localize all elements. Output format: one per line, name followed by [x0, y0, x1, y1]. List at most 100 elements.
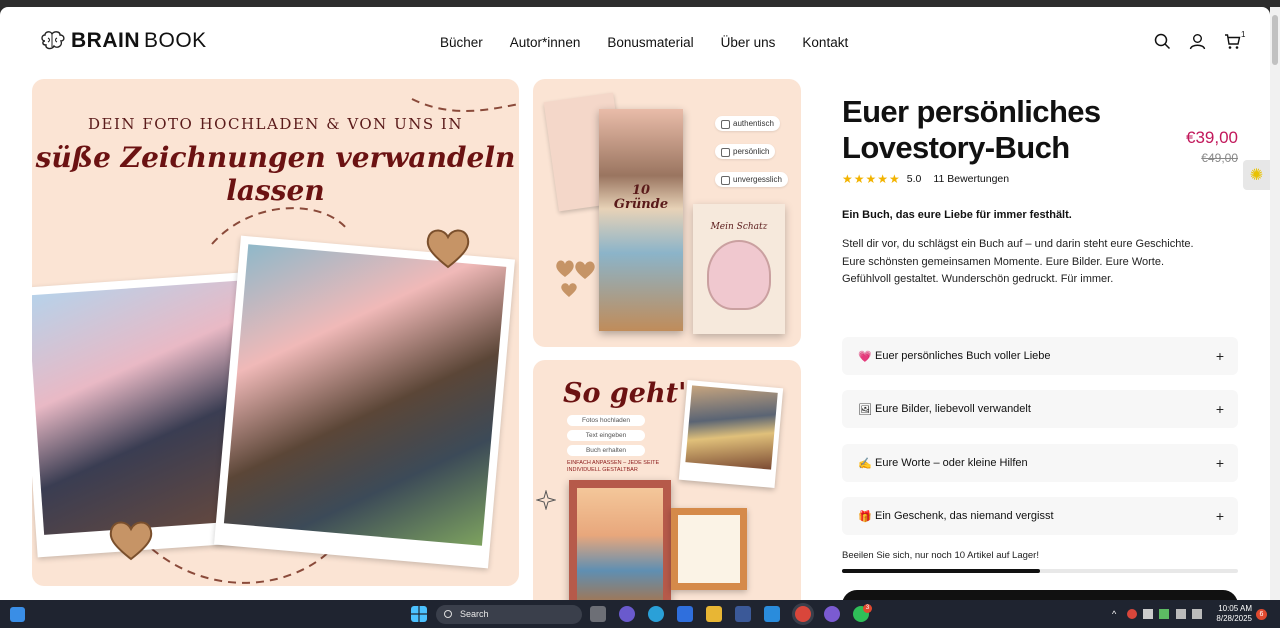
brainbook-logo[interactable]: BRAIN BOOK: [39, 29, 207, 53]
writing-hand-icon: ✍: [858, 457, 872, 470]
widgets-icon[interactable]: [10, 607, 25, 622]
plus-icon: +: [1215, 455, 1224, 471]
volume-icon[interactable]: [1192, 609, 1202, 619]
review-count: 11 Bewertungen: [933, 173, 1010, 185]
chevron-up-icon[interactable]: ^: [1112, 609, 1122, 619]
plus-icon: +: [1215, 401, 1224, 417]
stock-progress-fill: [842, 569, 1040, 573]
browser-frame-top: [0, 0, 1280, 7]
tag-authentisch: authentisch: [715, 116, 780, 131]
gallery-main-image[interactable]: DEIN FOTO HOCHLADEN & VON UNS IN süße Ze…: [32, 79, 519, 586]
plus-icon: +: [1215, 508, 1224, 524]
book-cover-number: 10: [631, 183, 651, 198]
search-icon[interactable]: [1154, 33, 1171, 50]
small-note: EINFACH ANPASSEN – JEDE SEITE INDIVIDUEL…: [567, 460, 660, 473]
gallery-thumb-how-it-works[interactable]: So geht's Fotos hochladen Text eingeben …: [533, 360, 801, 600]
tray-app-icon[interactable]: [1159, 609, 1169, 619]
network-icon[interactable]: [1176, 609, 1186, 619]
scrollbar-thumb[interactable]: [1272, 15, 1278, 65]
nav-item-autorinnen[interactable]: Autor*innen: [510, 35, 581, 50]
book-page-title: Mein Schatz: [710, 222, 768, 232]
cart-icon[interactable]: [1224, 33, 1241, 50]
stock-warning: Beeilen Sie sich, nur noch 10 Artikel au…: [842, 550, 1039, 561]
gallery-headline-script: süße Zeichnungen verwandeln lassen: [35, 141, 516, 207]
taskbar-clock[interactable]: 10:05 AM 8/28/2025: [1208, 604, 1252, 624]
book-cover: 10 Gründe: [599, 109, 683, 331]
gallery-headline-top: DEIN FOTO HOCHLADEN & VON UNS IN: [88, 115, 463, 133]
app-icon[interactable]: [735, 606, 751, 622]
product-lead: Ein Buch, das eure Liebe für immer festh…: [842, 209, 1072, 221]
book-cover-title: Gründe: [613, 197, 669, 212]
product-title: Euer persönliches Lovestory-Buch: [842, 94, 1101, 165]
file-explorer-icon[interactable]: [706, 606, 722, 622]
tag-persoenlich: persönlich: [715, 144, 776, 159]
small-hearts-decoration: [556, 260, 595, 297]
notification-badge[interactable]: 6: [1256, 609, 1267, 620]
logo-text-thin: BOOK: [144, 29, 207, 52]
framed-text: [671, 508, 747, 590]
page-scrollbar[interactable]: [1270, 7, 1280, 600]
clock-time: 10:05 AM: [1218, 604, 1252, 613]
product-price: €39,00: [1186, 128, 1238, 147]
tray-app-icon[interactable]: [1127, 609, 1137, 619]
cart-count-badge: 1: [1241, 30, 1246, 39]
nav-item-ueber-uns[interactable]: Über uns: [721, 35, 776, 50]
nav-item-bonusmaterial[interactable]: Bonusmaterial: [607, 35, 693, 50]
accordion-label: Eure Bilder, liebevoll verwandelt: [875, 403, 1031, 415]
account-icon[interactable]: [1189, 33, 1206, 50]
chrome-profile-icon[interactable]: [824, 606, 840, 622]
accordion-words[interactable]: ✍ Eure Worte – oder kleine Hilfen +: [842, 444, 1238, 482]
brain-icon: [41, 31, 65, 50]
taskbar-search-placeholder: Search: [460, 609, 489, 619]
logo-text-bold: BRAIN: [71, 29, 140, 52]
nav-item-kontakt[interactable]: Kontakt: [802, 35, 848, 50]
rewards-widget-icon[interactable]: ✺: [1243, 160, 1270, 190]
site-header: BRAIN BOOK Bücher Autor*innen Bonusmateri…: [0, 7, 1270, 79]
search-icon: [444, 610, 452, 618]
gift-icon: 🎁: [858, 510, 872, 523]
tray-app-icon[interactable]: [1143, 609, 1153, 619]
rating-stars-icon: ★★★★★: [842, 172, 901, 186]
description-line: Gefühlvoll gestaltet. Wunderschön gedruc…: [842, 273, 1114, 285]
rating-value: 5.0: [906, 173, 922, 185]
windows-start-icon[interactable]: [411, 606, 427, 622]
task-view-icon[interactable]: [590, 606, 606, 622]
taskbar-search-box[interactable]: Search: [436, 605, 582, 624]
sparkle-icon: [536, 490, 556, 510]
add-to-cart-button[interactable]: [842, 590, 1238, 600]
vscode-icon[interactable]: [764, 606, 780, 622]
step-text: Text eingeben: [567, 430, 645, 441]
windows-taskbar: Search 3 ^ 10:05 AM 8/28/2025 6: [0, 600, 1280, 628]
heart-icon: 💗: [858, 350, 872, 363]
chrome-icon[interactable]: [795, 606, 811, 622]
framed-picture: [569, 480, 671, 600]
step-receive: Buch erhalten: [567, 445, 645, 456]
accordion-gift[interactable]: 🎁 Ein Geschenk, das niemand vergisst +: [842, 497, 1238, 535]
accordion-images[interactable]: 🖼 Eure Bilder, liebevoll verwandelt +: [842, 390, 1238, 428]
clock-date: 8/28/2025: [1216, 614, 1252, 623]
web-page: BRAIN BOOK Bücher Autor*innen Bonusmateri…: [0, 7, 1270, 600]
accordion-label: Euer persönliches Buch voller Liebe: [875, 350, 1051, 362]
teams-icon[interactable]: [619, 606, 635, 622]
rating-summary[interactable]: ★★★★★ 5.0 11 Bewertungen: [842, 172, 1009, 186]
accordion-label: Ein Geschenk, das niemand vergisst: [875, 510, 1054, 522]
stock-progress-bar: [842, 569, 1238, 573]
whatsapp-badge: 3: [863, 604, 872, 613]
product-old-price: €49,00: [1201, 151, 1238, 165]
header-actions: [1154, 33, 1241, 50]
tag-unvergesslich: unvergesslich: [715, 172, 788, 187]
main-nav: Bücher Autor*innen Bonusmaterial Über un…: [440, 35, 848, 50]
book-open-page: Mein Schatz: [693, 204, 785, 334]
description-line: Stell dir vor, du schlägst ein Buch auf …: [842, 238, 1194, 250]
store-icon[interactable]: [677, 606, 693, 622]
nav-item-buecher[interactable]: Bücher: [440, 35, 483, 50]
gallery-thumb-book[interactable]: 10 Gründe Mein Schatz authentisch persön…: [533, 79, 801, 347]
edge-icon[interactable]: [648, 606, 664, 622]
picture-icon: 🖼: [858, 403, 872, 416]
accordion-personal-book[interactable]: 💗 Euer persönliches Buch voller Liebe +: [842, 337, 1238, 375]
heart-decoration: [426, 229, 470, 269]
how-it-works-title: So geht's: [563, 378, 702, 409]
heart-decoration-small: [109, 521, 153, 561]
plus-icon: +: [1215, 348, 1224, 364]
photo-card: [678, 380, 784, 488]
